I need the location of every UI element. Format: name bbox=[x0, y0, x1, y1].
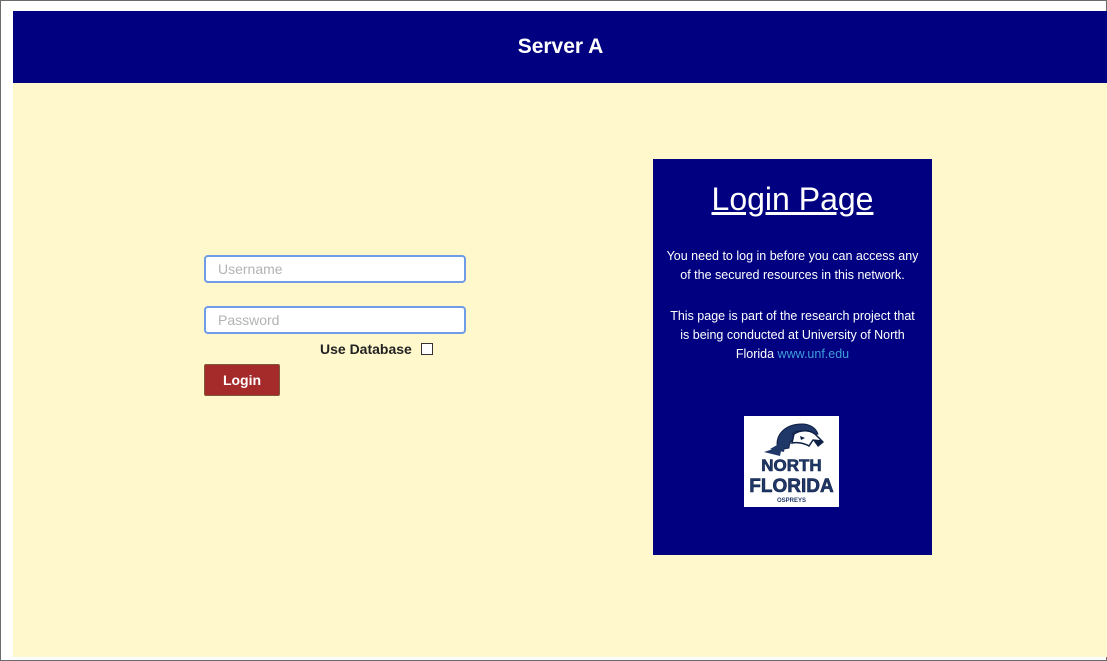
page-title: Server A bbox=[517, 35, 604, 58]
info-panel: Login Page You need to log in before you… bbox=[653, 159, 932, 555]
unf-link[interactable]: www.unf.edu bbox=[778, 347, 850, 361]
login-button[interactable]: Login bbox=[204, 364, 280, 396]
panel-description: You need to log in before you can access… bbox=[666, 249, 919, 282]
logo-text-ospreys: OSPREYS bbox=[777, 498, 806, 504]
use-database-row: Use Database bbox=[320, 341, 433, 357]
panel-research-note: This page is part of the research projec… bbox=[665, 307, 920, 364]
browser-viewport: Server A Use Database Login Login Page Y… bbox=[0, 0, 1107, 661]
password-input[interactable] bbox=[204, 306, 466, 334]
use-database-checkbox[interactable] bbox=[420, 343, 433, 355]
username-input[interactable] bbox=[204, 255, 466, 283]
logo-text-north: NORTH bbox=[761, 456, 821, 475]
osprey-logo-icon: NORTH FLORIDA OSPREYS bbox=[744, 416, 839, 507]
north-florida-logo: NORTH FLORIDA OSPREYS bbox=[744, 416, 839, 507]
page-header: Server A bbox=[13, 11, 1107, 83]
use-database-label: Use Database bbox=[320, 341, 412, 357]
logo-text-florida: FLORIDA bbox=[749, 476, 834, 497]
main-content: Use Database Login Login Page You need t… bbox=[13, 83, 1107, 657]
panel-title: Login Page bbox=[711, 181, 874, 217]
